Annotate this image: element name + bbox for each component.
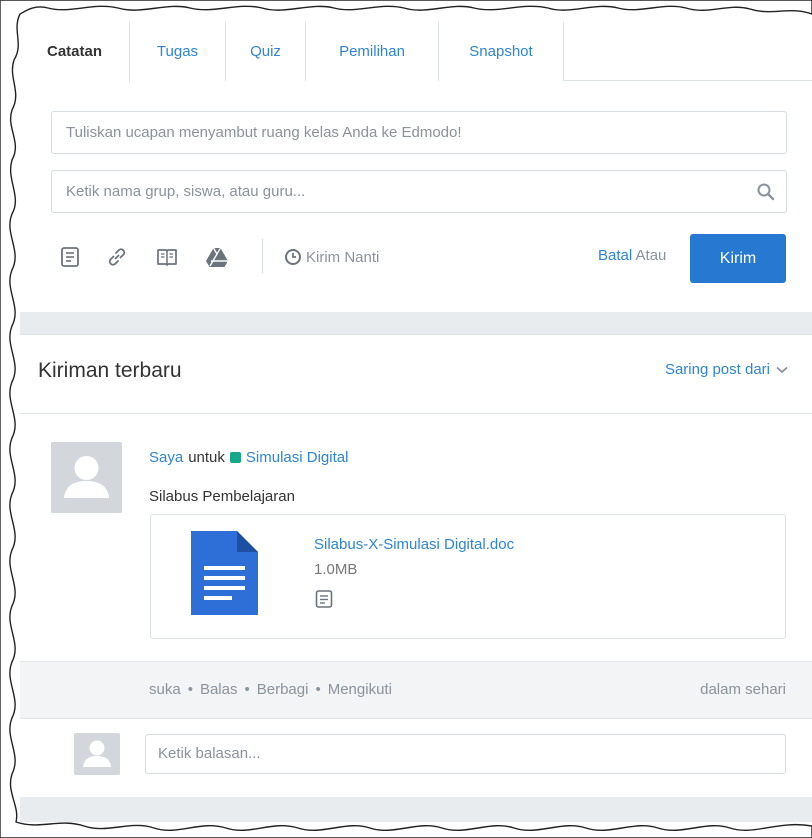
like-link[interactable]: suka [149, 681, 181, 698]
preview-icon[interactable] [314, 589, 334, 609]
reply-placeholder: Ketik balasan... [158, 745, 261, 762]
clock-icon [285, 249, 301, 265]
attachment-card[interactable]: Silabus-X-Simulasi Digital.doc 1.0MB [150, 514, 786, 639]
drive-icon[interactable] [204, 244, 230, 270]
post-composer: Catatan Tugas Quiz Pemilihan Snapshot Tu… [20, 22, 812, 312]
attachment-size: 1.0MB [314, 561, 358, 578]
user-icon [51, 442, 122, 513]
cancel-group: Batal Atau [598, 247, 666, 264]
send-button[interactable]: Kirim [690, 234, 786, 283]
schedule-button[interactable]: Kirim Nanti [284, 243, 379, 271]
filter-label: Saring post dari [664, 361, 770, 378]
post-text: Silabus Pembelajaran [149, 488, 295, 505]
or-label: Atau [635, 247, 667, 264]
author-link[interactable]: Saya [149, 449, 183, 466]
link-icon[interactable] [104, 244, 130, 270]
chevron-down-icon [776, 366, 788, 373]
post-meta: Saya untuk Simulasi Digital [149, 449, 348, 466]
note-icon[interactable] [57, 244, 83, 270]
cancel-link[interactable]: Batal [598, 247, 632, 264]
reply-input[interactable]: Ketik balasan... [145, 734, 786, 774]
action-separator: • [244, 681, 250, 698]
schedule-label: Kirim Nanti [306, 248, 380, 266]
tab-snapshot[interactable]: Snapshot [439, 22, 564, 81]
search-icon [757, 183, 775, 201]
follow-link[interactable]: Mengikuti [328, 681, 392, 698]
feed-title: Kiriman terbaru [38, 359, 182, 382]
to-word: untuk [188, 449, 225, 466]
tab-catatan[interactable]: Catatan [20, 22, 130, 82]
recipient-input[interactable]: Ketik nama grup, siswa, atau guru... [51, 170, 787, 213]
post-timestamp: dalam sehari [700, 681, 786, 698]
current-user-avatar [74, 733, 120, 775]
group-link[interactable]: Simulasi Digital [246, 449, 349, 466]
recipient-placeholder: Ketik nama grup, siswa, atau guru... [66, 183, 306, 200]
action-separator: • [315, 681, 321, 698]
group-color-dot [229, 452, 241, 463]
post-message-placeholder: Tuliskan ucapan menyambut ruang kelas An… [66, 124, 462, 141]
attachment-name-link[interactable]: Silabus-X-Simulasi Digital.doc [314, 536, 514, 553]
library-icon[interactable] [154, 244, 180, 270]
tab-tugas[interactable]: Tugas [130, 22, 226, 81]
reply-link[interactable]: Balas [200, 681, 238, 698]
action-separator: • [187, 681, 193, 698]
author-avatar[interactable] [51, 442, 122, 513]
post-actions-bar: suka • Balas • Berbagi • Mengikuti dalam… [20, 661, 812, 719]
reply-row: Ketik balasan... [20, 719, 812, 797]
tab-quiz[interactable]: Quiz [226, 22, 306, 81]
feed-header: Kiriman terbaru Saring post dari [20, 335, 812, 414]
document-icon [191, 531, 258, 615]
post-message-input[interactable]: Tuliskan ucapan menyambut ruang kelas An… [51, 111, 787, 154]
user-icon [74, 733, 120, 775]
toolbar-divider [262, 239, 263, 273]
recent-posts-card: Kiriman terbaru Saring post dari Saya un… [20, 334, 812, 797]
tab-pemilihan[interactable]: Pemilihan [306, 22, 439, 81]
post-actions: suka • Balas • Berbagi • Mengikuti [149, 681, 392, 698]
composer-tabs: Catatan Tugas Quiz Pemilihan Snapshot [20, 22, 812, 82]
edmodo-page: Catatan Tugas Quiz Pemilihan Snapshot Tu… [20, 22, 812, 822]
filter-dropdown[interactable]: Saring post dari [665, 361, 788, 378]
share-link[interactable]: Berbagi [257, 681, 309, 698]
